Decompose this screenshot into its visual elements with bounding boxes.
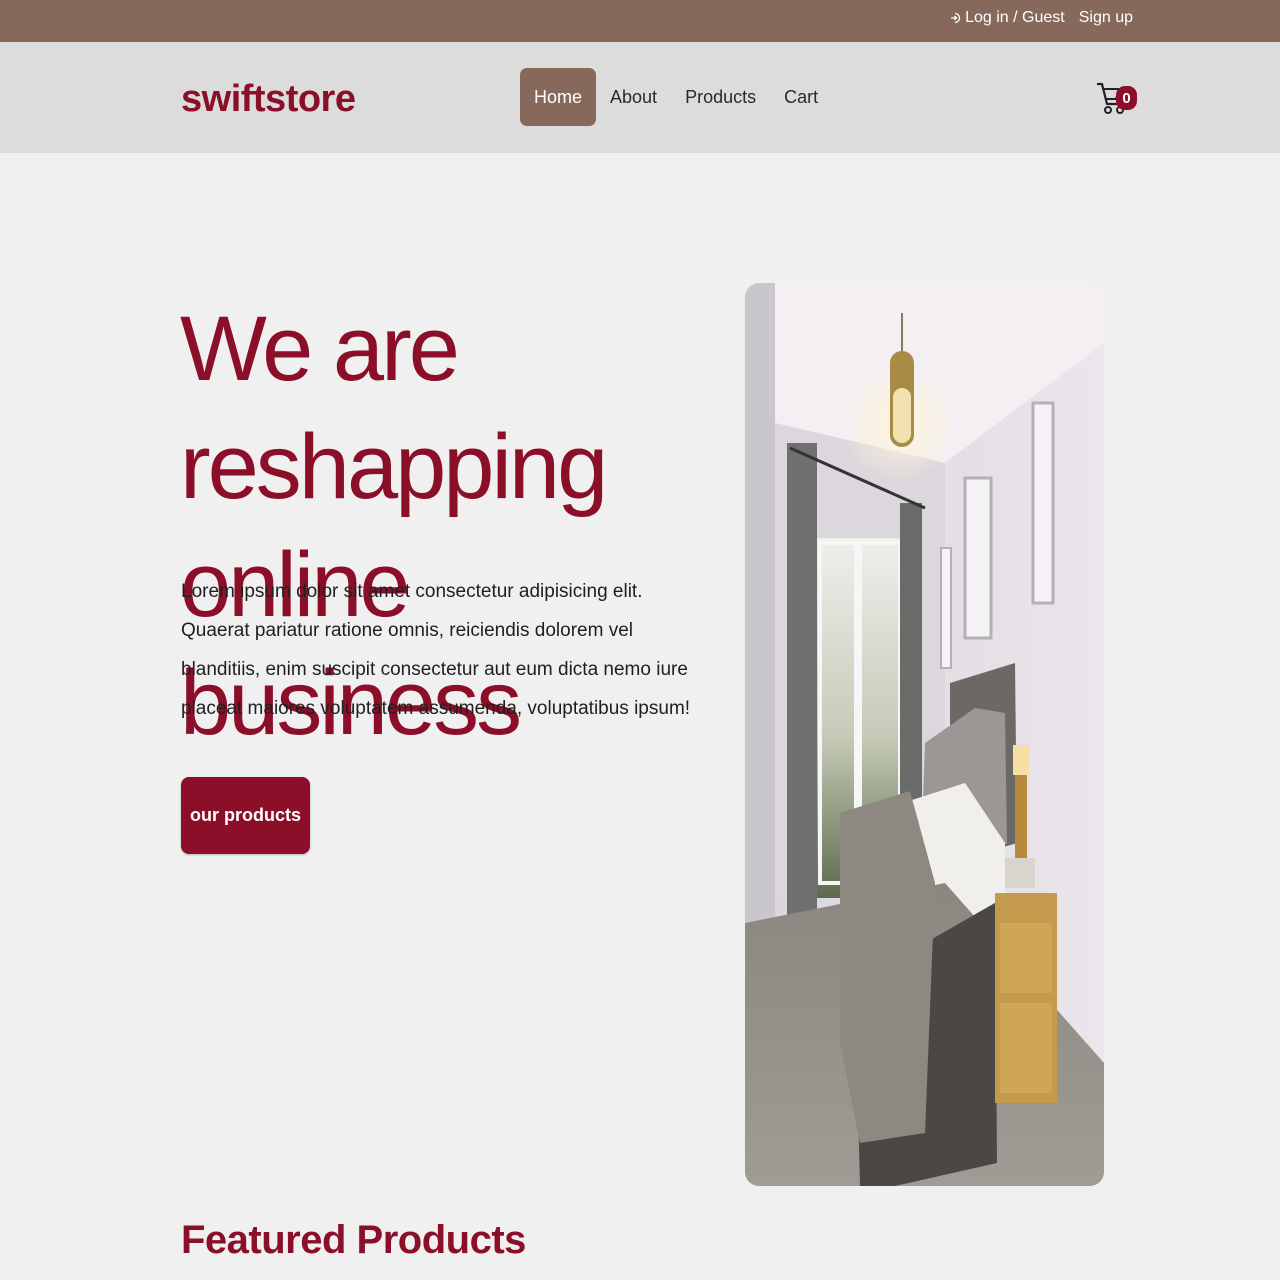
login-label: Log in / Guest [965, 9, 1065, 26]
top-utility-bar: Log in / Guest Sign up [0, 0, 1280, 42]
nav-products[interactable]: Products [671, 68, 770, 126]
theme-toggle-button[interactable] [1058, 83, 1082, 111]
nav-about[interactable]: About [596, 68, 671, 126]
login-link[interactable]: Log in / Guest [950, 9, 1065, 27]
cart-count-badge: 0 [1116, 86, 1137, 110]
hero-description: Lorem ipsum dolor sit amet consectetur a… [181, 581, 691, 719]
login-icon [951, 12, 961, 24]
brand-logo[interactable]: swiftstore [181, 78, 356, 121]
nav-home[interactable]: Home [520, 68, 597, 126]
moon-icon [1063, 85, 1080, 108]
nav-links: Home About Products Cart [520, 68, 832, 126]
nav-cart[interactable]: Cart [770, 68, 832, 126]
our-products-button[interactable]: our products [181, 777, 310, 854]
hero-image [745, 283, 1104, 1186]
signup-link[interactable]: Sign up [1079, 9, 1133, 27]
main-navbar: swiftstore Home About Products Cart 0 [0, 42, 1280, 153]
auth-links: Log in / Guest Sign up [950, 0, 1133, 36]
featured-products-heading: Featured Products [181, 1218, 526, 1262]
